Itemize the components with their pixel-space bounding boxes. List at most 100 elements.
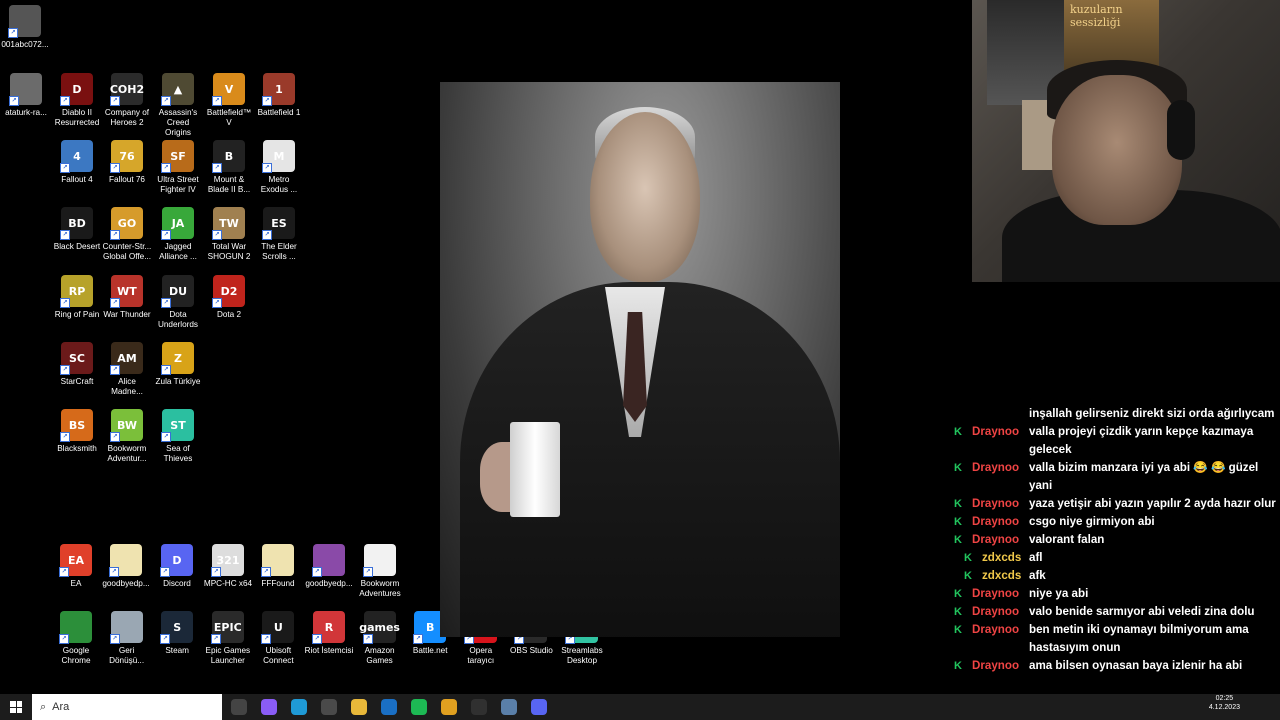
chat-text: ama bilsen oynasan baya izlenir ha abi — [1029, 659, 1243, 672]
desktop-icon[interactable]: GO ↗ Counter-Str... Global Offe... — [102, 207, 152, 262]
portrait-head — [590, 112, 700, 282]
icon-glyph: BD — [68, 216, 86, 230]
desktop-icon[interactable]: BS ↗ Blacksmith — [52, 409, 102, 454]
desktop-icon[interactable]: ↗ 001abc072... — [0, 5, 50, 50]
desktop-icon[interactable]: D ↗ Discord — [152, 544, 202, 589]
app-icon: ↗ — [109, 544, 142, 577]
taskbar-outlook-button[interactable] — [374, 694, 404, 720]
kick-badge-icon: K — [954, 660, 962, 672]
start-button[interactable] — [0, 694, 32, 720]
chat-username: Draynoo — [972, 515, 1020, 528]
shortcut-arrow-icon: ↗ — [362, 634, 373, 644]
desktop-icon[interactable]: EPIC ↗ Epic Games Launcher — [203, 611, 253, 666]
app-icon: ▲ ↗ — [161, 73, 194, 106]
shortcut-arrow-icon: ↗ — [60, 230, 70, 240]
chat-message: K Draynoo ben metin iki oynamayı bilmiyoru… — [950, 621, 1280, 657]
icon-label: Google Chrome — [61, 646, 91, 665]
icon-label: Battlefield 1 — [257, 108, 301, 117]
desktop-icon[interactable]: EA ↗ EA — [51, 544, 101, 589]
icon-glyph: D — [172, 553, 182, 567]
desktop-icon[interactable]: M ↗ Metro Exodus ... — [254, 140, 304, 195]
chat-message: K Draynoo valo benide sarmıyor abi veledi … — [950, 603, 1280, 621]
desktop-icon[interactable]: AM ↗ Alice Madne... — [102, 342, 152, 397]
desktop-icon[interactable]: DU ↗ Dota Underlords — [153, 275, 203, 330]
desktop-icon[interactable]: RP ↗ Ring of Pain — [52, 275, 102, 320]
desktop-icon[interactable]: 321 ↗ MPC-HC x64 — [203, 544, 253, 589]
desktop-icon[interactable]: D2 ↗ Dota 2 — [204, 275, 254, 320]
desktop-icon[interactable]: R ↗ Riot İstemcisi — [304, 611, 354, 656]
taskbar-store-button[interactable] — [314, 694, 344, 720]
taskbar-search[interactable]: ⌕ Ara — [32, 694, 222, 720]
chat-text: valla bizim manzara iyi ya abi 😂 😂 güzel… — [1029, 461, 1259, 492]
app-icon: Z ↗ — [161, 342, 194, 375]
desktop-icon[interactable]: ↗ Google Chrome — [51, 611, 101, 666]
desktop-icon[interactable]: SC ↗ StarCraft — [52, 342, 102, 387]
app-icon: B ↗ — [212, 140, 245, 173]
taskbar-settings-button[interactable] — [494, 694, 524, 720]
app-icon: BS ↗ — [60, 409, 93, 442]
icon-label: Company of Heroes 2 — [104, 108, 150, 127]
icon-label: Zula Türkiye — [155, 377, 201, 386]
app-icon: V ↗ — [212, 73, 245, 106]
chat-username: Draynoo — [972, 605, 1020, 618]
desktop-icon[interactable]: TW ↗ Total War SHOGUN 2 — [204, 207, 254, 262]
desktop-icon[interactable]: games ↗ Amazon Games — [355, 611, 405, 666]
shortcut-arrow-icon: ↗ — [60, 96, 70, 106]
taskbar-spotify-button[interactable] — [404, 694, 434, 720]
desktop-icon[interactable]: BW ↗ Bookworm Adventur... — [102, 409, 152, 464]
desktop-icon[interactable]: ↗ Geri Dönüşü... — [102, 611, 152, 666]
desktop-icon[interactable]: Z ↗ Zula Türkiye — [153, 342, 203, 387]
taskbar-discord-button[interactable] — [524, 694, 554, 720]
app-icon: BD ↗ — [60, 207, 93, 240]
shortcut-arrow-icon: ↗ — [110, 432, 120, 442]
desktop-icon[interactable]: ↗ Bookworm Adventures — [355, 544, 405, 599]
desktop-icon[interactable]: WT ↗ War Thunder — [102, 275, 152, 320]
shortcut-arrow-icon: ↗ — [261, 634, 272, 644]
desktop-icon[interactable]: D ↗ Diablo II Resurrected — [52, 73, 102, 128]
taskbar-chrome-button[interactable] — [434, 694, 464, 720]
taskbar-copilot-button[interactable] — [254, 694, 284, 720]
kick-badge-icon: K — [954, 462, 962, 474]
taskbar-edge-button[interactable] — [284, 694, 314, 720]
desktop-icon[interactable]: SF ↗ Ultra Street Fighter IV — [153, 140, 203, 195]
desktop-icon[interactable]: 4 ↗ Fallout 4 — [52, 140, 102, 185]
system-clock[interactable]: 02:25 4.12.2023 — [1209, 694, 1240, 712]
desktop-icon[interactable]: JA ↗ Jagged Alliance ... — [153, 207, 203, 262]
icon-glyph: AM — [117, 351, 137, 365]
desktop-icon[interactable]: B ↗ Mount & Blade II B... — [204, 140, 254, 195]
desktop-icon[interactable]: ↗ goodbyedp... — [101, 544, 151, 589]
desktop-icon[interactable]: ST ↗ Sea of Thieves — [153, 409, 203, 464]
desktop-icon[interactable]: BD ↗ Black Desert — [52, 207, 102, 252]
desktop-icon[interactable]: ↗ goodbyedp... — [304, 544, 354, 589]
desktop-icon[interactable]: ES ↗ The Elder Scrolls ... — [254, 207, 304, 262]
icon-glyph: WT — [117, 284, 137, 298]
desktop-icon[interactable]: COH2 ↗ Company of Heroes 2 — [102, 73, 152, 128]
taskbar-obs-button[interactable] — [464, 694, 494, 720]
kick-badge-icon: K — [954, 498, 962, 510]
desktop-icon[interactable]: S ↗ Steam — [152, 611, 202, 656]
chat-text: valo benide sarmıyor abi veledi zina dol… — [1029, 605, 1255, 618]
desktop-icon[interactable]: U ↗ Ubisoft Connect — [253, 611, 303, 666]
app-icon: ↗ — [109, 611, 143, 644]
shortcut-arrow-icon: ↗ — [261, 567, 271, 577]
shortcut-arrow-icon: ↗ — [262, 96, 272, 106]
chat-message: inşallah gelirseniz direkt sizi orda ağı… — [950, 405, 1280, 423]
desktop-icon[interactable]: ↗ FFFound — [253, 544, 303, 589]
icon-glyph: ▲ — [173, 82, 183, 96]
icon-label: Black Desert — [53, 242, 101, 251]
taskbar-explorer-button[interactable] — [344, 694, 374, 720]
shortcut-arrow-icon: ↗ — [413, 634, 424, 644]
icon-glyph: Z — [174, 351, 182, 365]
desktop-icon[interactable]: V ↗ Battlefield™ V — [204, 73, 254, 128]
taskbar-task-view-button[interactable] — [224, 694, 254, 720]
desktop-icon[interactable]: ▲ ↗ Assassin's Creed Origins — [153, 73, 203, 138]
desktop-icon[interactable]: 1 ↗ Battlefield 1 — [254, 73, 304, 118]
poster-title: kuzuların sessizliği — [1070, 3, 1123, 29]
app-icon: TW ↗ — [212, 207, 245, 240]
desktop-icon[interactable]: 76 ↗ Fallout 76 — [102, 140, 152, 185]
desktop-icon[interactable]: ↗ ataturk-ra... — [1, 73, 51, 118]
outlook-icon — [381, 699, 397, 715]
clock-date: 4.12.2023 — [1208, 704, 1240, 711]
icon-label: StarCraft — [60, 377, 94, 386]
shortcut-arrow-icon: ↗ — [109, 567, 119, 577]
